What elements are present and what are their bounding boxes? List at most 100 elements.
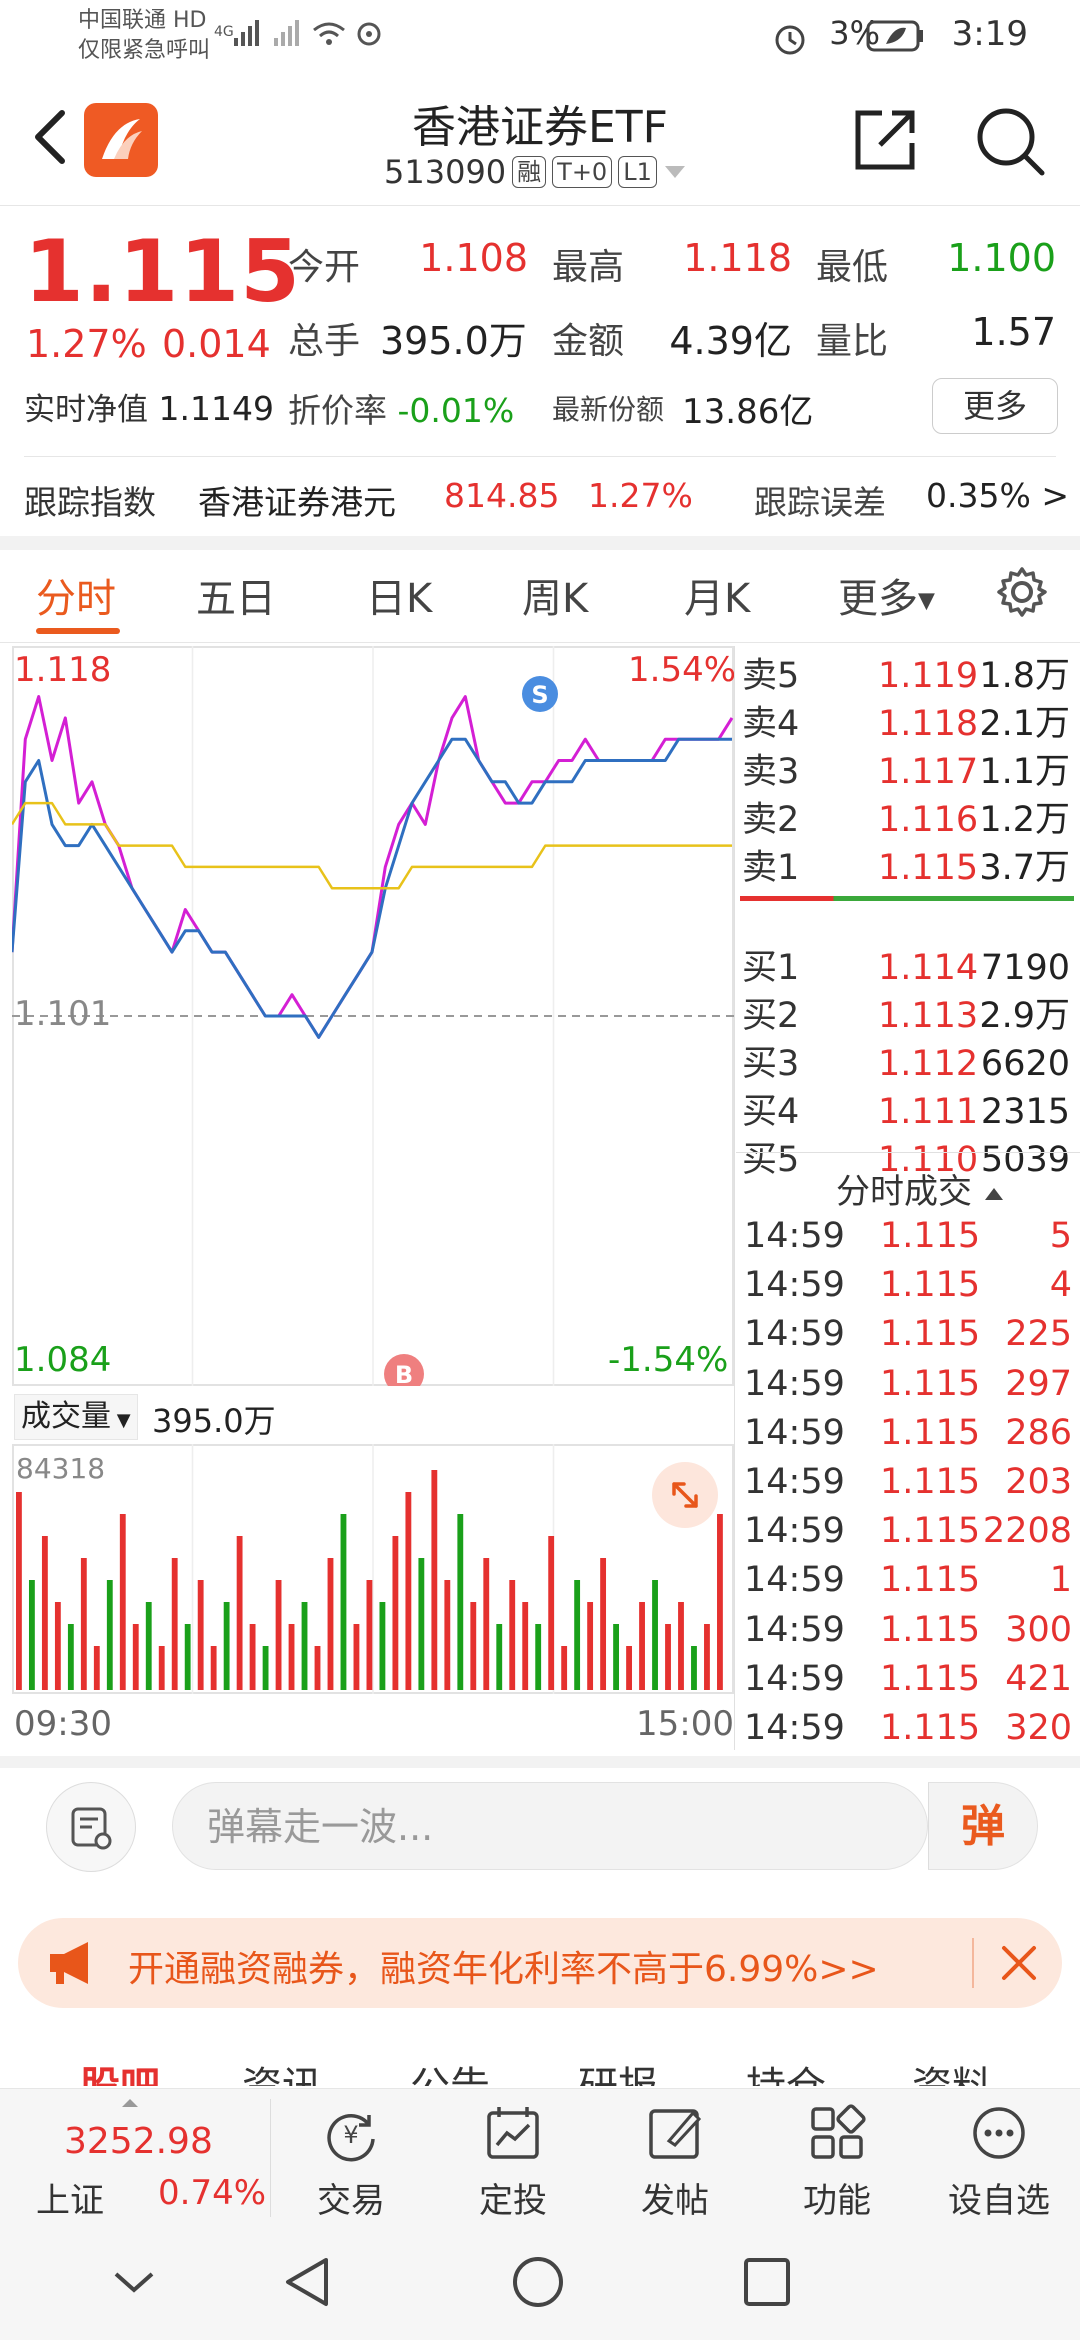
subtab-profile[interactable]: 资料 <box>912 2054 992 2086</box>
volume-selector-label: 成交量 <box>21 1399 111 1434</box>
trade-volume: 5 <box>1049 1216 1072 1256</box>
trade-time: 14:59 <box>744 1363 845 1404</box>
market-index-value[interactable]: 3252.98 <box>64 2121 213 2162</box>
promo-divider <box>972 1938 974 1988</box>
order-level-label: 买1 <box>742 948 800 988</box>
volume-bar <box>379 1602 386 1690</box>
subtab-research[interactable]: 研报 <box>578 2054 658 2086</box>
tracking-index-value: 814.85 <box>444 476 560 515</box>
margin-promo-banner[interactable]: 开通融资融券，融资年化利率不高于6.99%>> <box>18 1918 1062 2008</box>
order-level-label: 买5 <box>742 1140 800 1180</box>
order-level-label: 卖3 <box>742 752 800 792</box>
gear-icon[interactable] <box>996 566 1048 618</box>
volume-selector[interactable]: 成交量 ▼ <box>14 1394 138 1440</box>
more-button[interactable]: 更多 <box>932 378 1058 434</box>
security-code-line[interactable]: 513090 融 T+0 L1 <box>384 153 687 191</box>
subtab-announcements[interactable]: 公告 <box>410 2054 490 2086</box>
tracking-index-label: 跟踪指数 <box>24 483 156 522</box>
order-volume: 1.2万 <box>979 800 1070 840</box>
order-price: 1.119 <box>878 656 979 696</box>
close-icon[interactable] <box>998 1942 1040 1984</box>
tab-intraday[interactable]: 分时 <box>36 566 116 624</box>
expand-chart-button[interactable] <box>652 1462 718 1528</box>
order-volume: 7190 <box>980 948 1070 988</box>
trade-price: 1.115 <box>880 1412 981 1453</box>
market-index-name: 上证 <box>36 2181 104 2221</box>
subtab-news[interactable]: 资讯 <box>242 2054 322 2086</box>
order-level-label: 卖4 <box>742 704 800 744</box>
nav-value: 1.1149 <box>158 389 274 428</box>
bid-row[interactable]: 买1 1.114 7190 <box>740 944 1080 992</box>
ask-row[interactable]: 卖5 1.119 1.8万 <box>740 652 1080 700</box>
trade-button[interactable]: ¥ 交易 <box>296 2103 406 2222</box>
time-start: 09:30 <box>14 1704 112 1744</box>
nav-home-icon[interactable] <box>510 2254 566 2310</box>
nav-recents-icon[interactable] <box>742 2256 792 2308</box>
barrage-send-button[interactable]: 弹 <box>928 1782 1038 1870</box>
promo-text: 开通融资融券，融资年化利率不高于6.99%>> <box>128 1949 879 1990</box>
trades-header[interactable]: 分时成交 <box>836 1164 1005 1213</box>
tab-daily-k[interactable]: 日K <box>366 566 432 624</box>
low-label: 最低 <box>816 247 889 288</box>
ask-row[interactable]: 卖4 1.118 2.1万 <box>740 700 1080 748</box>
order-price: 1.111 <box>878 1092 979 1132</box>
volume-label: 总手 <box>288 321 361 362</box>
functions-label: 功能 <box>803 2181 871 2221</box>
divider <box>736 1152 1080 1153</box>
open-label: 今开 <box>288 247 361 288</box>
tab-weekly-k[interactable]: 周K <box>522 566 588 624</box>
volume-bar <box>340 1514 347 1690</box>
trade-row: 14:59 1.115 1 <box>744 1556 1080 1605</box>
divider <box>24 456 1056 457</box>
intraday-price-chart[interactable]: SB <box>12 646 734 1386</box>
tab-monthly-k[interactable]: 月K <box>684 566 750 624</box>
volume-bar <box>405 1492 412 1690</box>
tab-more[interactable]: 更多▼ <box>838 566 935 624</box>
add-watchlist-button[interactable]: 设自选 <box>944 2103 1054 2222</box>
subtab-holdings[interactable]: 持仓 <box>746 2054 826 2086</box>
order-volume: 1.8万 <box>979 656 1070 696</box>
high-value: 1.118 <box>683 236 792 280</box>
ask-row[interactable]: 卖2 1.116 1.2万 <box>740 796 1080 844</box>
bid-row[interactable]: 买3 1.112 6620 <box>740 1040 1080 1088</box>
ask-row[interactable]: 卖1 1.115 3.7万 <box>740 844 1080 892</box>
buy-marker[interactable]: B <box>384 1354 424 1386</box>
bid-row[interactable]: 买4 1.111 2315 <box>740 1088 1080 1136</box>
subtab-forum[interactable]: 股吧 <box>80 2054 160 2086</box>
volume-bar <box>366 1580 373 1690</box>
high-label: 最高 <box>552 247 625 288</box>
barrage-settings-button[interactable] <box>46 1782 136 1872</box>
functions-button[interactable]: 功能 <box>782 2103 892 2222</box>
panel-divider <box>734 646 735 1750</box>
clock: 3:19 <box>951 14 1028 54</box>
svg-text:¥: ¥ <box>343 2121 358 2149</box>
nav-back-icon[interactable] <box>282 2254 332 2310</box>
nav-hide-icon[interactable] <box>110 2264 158 2300</box>
tracking-error-value[interactable]: 0.35% > <box>926 476 1069 515</box>
volume-bar <box>327 1558 334 1690</box>
post-button[interactable]: 发帖 <box>620 2103 730 2222</box>
barrage-input[interactable]: 弹幕走一波... <box>172 1782 928 1870</box>
tab-five-day[interactable]: 五日 <box>196 566 276 624</box>
trade-price: 1.115 <box>880 1363 981 1404</box>
tracking-index-name[interactable]: 香港证券港元 <box>198 476 396 524</box>
expand-icon <box>672 1482 698 1508</box>
order-volume: 3.7万 <box>979 848 1070 888</box>
volume-bar <box>275 1580 282 1690</box>
divider <box>0 642 1080 643</box>
trade-row: 14:59 1.115 286 <box>744 1409 1080 1458</box>
active-tab-indicator <box>36 628 120 634</box>
share-icon[interactable] <box>852 105 920 173</box>
megaphone-icon <box>50 1942 88 1984</box>
volume-bar <box>613 1624 620 1690</box>
sell-marker[interactable]: S <box>522 676 558 712</box>
trade-time: 14:59 <box>744 1609 845 1650</box>
ask-row[interactable]: 卖3 1.117 1.1万 <box>740 748 1080 796</box>
volume-bar <box>288 1624 295 1690</box>
volume-bar <box>236 1536 243 1690</box>
search-icon[interactable] <box>974 105 1046 177</box>
auto-invest-button[interactable]: 定投 <box>458 2103 568 2222</box>
trade-time: 14:59 <box>744 1511 845 1552</box>
bid-row[interactable]: 买2 1.113 2.9万 <box>740 992 1080 1040</box>
volume-bar <box>717 1514 723 1690</box>
